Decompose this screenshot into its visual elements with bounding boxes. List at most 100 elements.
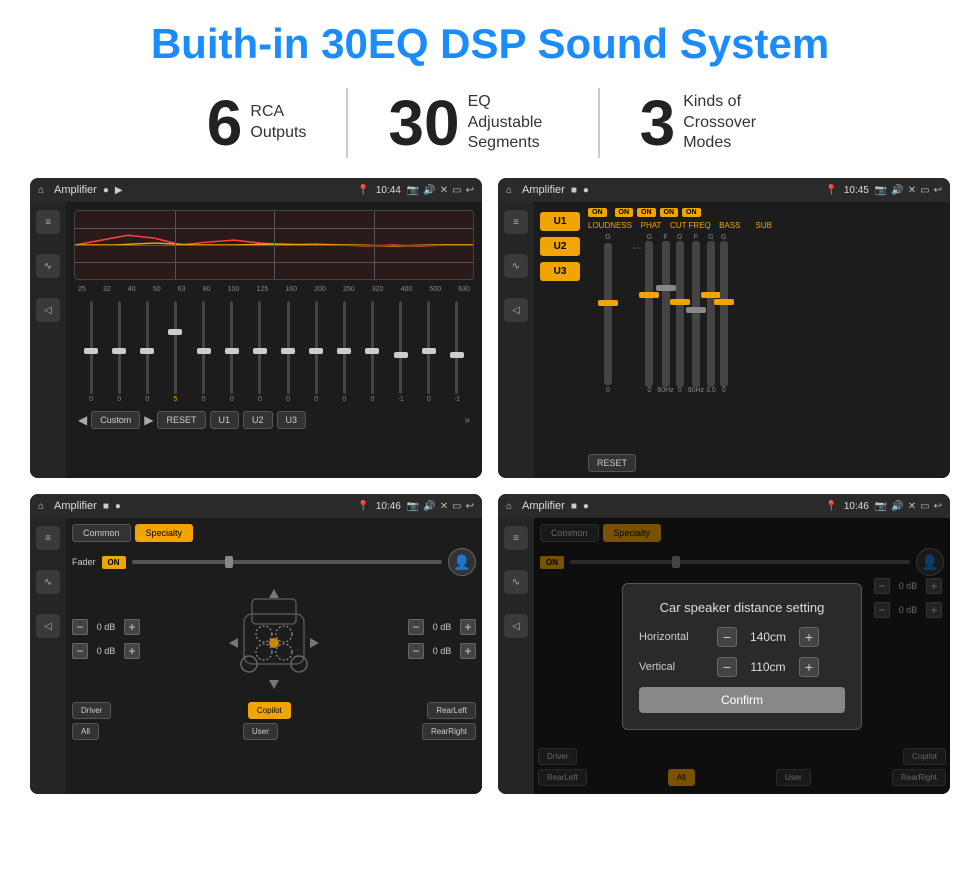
profile-icon[interactable]: 👤 [448, 548, 476, 576]
bass-on[interactable]: ON [660, 208, 679, 217]
eq-slider-8[interactable]: 0 [303, 301, 329, 403]
eq-slider-9[interactable]: 0 [331, 301, 357, 403]
screen3-sidebar: ≡ ∿ ◁ [30, 518, 66, 794]
camera-icon: 📷 [407, 185, 419, 196]
specialty-tab[interactable]: Specialty [135, 524, 194, 542]
driver-btn[interactable]: Driver [72, 702, 111, 719]
screen4-title: Amplifier [522, 500, 565, 512]
fl-minus-btn[interactable]: − [72, 619, 88, 635]
eq-slider-4[interactable]: 0 [191, 301, 217, 403]
eq-icon-3[interactable]: ≡ [36, 526, 60, 550]
rl-minus-btn[interactable]: − [72, 643, 88, 659]
eq-icon-2[interactable]: ≡ [504, 210, 528, 234]
dialog-overlay: Car speaker distance setting Horizontal … [534, 518, 950, 794]
dialog-horizontal-row: Horizontal − 140cm + [639, 627, 845, 647]
custom-btn[interactable]: Custom [91, 411, 140, 429]
fl-plus-btn[interactable]: + [124, 619, 140, 635]
phat-label: PHAT [636, 221, 666, 230]
back-icon[interactable]: ↩ [466, 185, 474, 196]
u2-preset-btn[interactable]: U2 [540, 237, 580, 256]
screens-grid: ⌂ Amplifier ● ▶ 📍 10:44 📷 🔊 ✕ ▭ ↩ ≡ ∿ [30, 178, 950, 794]
amp-reset-btn[interactable]: RESET [588, 454, 636, 472]
speaker-icon-3[interactable]: ◁ [36, 614, 60, 638]
eq-slider-1[interactable]: 0 [106, 301, 132, 403]
speaker-icon[interactable]: ◁ [36, 298, 60, 322]
phat-on[interactable]: ON [615, 208, 634, 217]
window-icon-4: ▭ [920, 501, 929, 512]
eq-slider-2[interactable]: 0 [134, 301, 160, 403]
home-icon-4[interactable]: ⌂ [506, 501, 512, 512]
horizontal-label: Horizontal [639, 631, 709, 643]
speaker-icon-4[interactable]: ◁ [504, 614, 528, 638]
home-icon[interactable]: ⌂ [38, 185, 44, 196]
dialog-title: Car speaker distance setting [639, 600, 845, 615]
screen3-time: 10:46 [376, 501, 401, 512]
dot-icon-3: ● [583, 185, 589, 196]
prev-btn[interactable]: ◀ [78, 413, 87, 427]
u1-btn[interactable]: U1 [210, 411, 240, 429]
u1-preset-btn[interactable]: U1 [540, 212, 580, 231]
home-icon-3[interactable]: ⌂ [38, 501, 44, 512]
common-tab[interactable]: Common [72, 524, 131, 542]
eq-slider-6[interactable]: 0 [247, 301, 273, 403]
wave-icon-3[interactable]: ∿ [36, 570, 60, 594]
confirm-button[interactable]: Confirm [639, 687, 845, 713]
speaker-icon-2[interactable]: ◁ [504, 298, 528, 322]
rr-plus-btn[interactable]: + [460, 643, 476, 659]
back-icon-3[interactable]: ↩ [466, 501, 474, 512]
rearleft-btn[interactable]: All [72, 723, 99, 740]
eq-slider-7[interactable]: 0 [275, 301, 301, 403]
horizontal-plus-btn[interactable]: + [799, 627, 819, 647]
location-icon: 📍 [357, 185, 369, 196]
rr-control: − 0 dB + [408, 643, 476, 659]
fr-minus-btn[interactable]: − [408, 619, 424, 635]
stat-crossover-number: 3 [640, 91, 676, 155]
cutfreq-on[interactable]: ON [637, 208, 656, 217]
wave-icon-4[interactable]: ∿ [504, 570, 528, 594]
screen3-tabs: Common Specialty [72, 524, 476, 542]
copilot-btn[interactable]: User [243, 723, 278, 740]
next-btn[interactable]: ▶ [144, 413, 153, 427]
rr-db-value: 0 dB [427, 646, 457, 656]
eq-slider-0[interactable]: 0 [78, 301, 104, 403]
eq-slider-13[interactable]: -1 [444, 301, 470, 403]
eq-slider-12[interactable]: 0 [416, 301, 442, 403]
vertical-minus-btn[interactable]: − [717, 657, 737, 677]
eq-slider-11[interactable]: -1 [388, 301, 414, 403]
sub-on[interactable]: ON [682, 208, 701, 217]
stat-crossover-label: Kinds ofCrossover Modes [683, 92, 773, 154]
u3-preset-btn[interactable]: U3 [540, 262, 580, 281]
eq-slider-3[interactable]: 5 [162, 301, 188, 403]
loudness-on[interactable]: ON [588, 208, 607, 217]
fader-on-btn[interactable]: ON [102, 556, 126, 569]
dot-icon-2: ■ [571, 185, 577, 196]
user-btn[interactable]: RearLeft [427, 702, 476, 719]
reset-btn[interactable]: RESET [157, 411, 205, 429]
back-icon-2[interactable]: ↩ [934, 185, 942, 196]
back-icon-4[interactable]: ↩ [934, 501, 942, 512]
fader-slider[interactable] [132, 560, 442, 564]
fr-plus-btn[interactable]: + [460, 619, 476, 635]
wave-icon[interactable]: ∿ [36, 254, 60, 278]
vertical-plus-btn[interactable]: + [799, 657, 819, 677]
eq-icon-4[interactable]: ≡ [504, 526, 528, 550]
all-btn[interactable]: Copilot [248, 702, 291, 719]
home-icon-2[interactable]: ⌂ [506, 185, 512, 196]
screen4-time: 10:46 [844, 501, 869, 512]
fl-db-value: 0 dB [91, 622, 121, 632]
screen3-main-panel: Common Specialty Fader ON 👤 [66, 518, 482, 794]
rr-minus-btn[interactable]: − [408, 643, 424, 659]
eq-icon[interactable]: ≡ [36, 210, 60, 234]
rearright-btn[interactable]: RearRight [422, 723, 476, 740]
screen2-title: Amplifier [522, 184, 565, 196]
u2-btn[interactable]: U2 [243, 411, 273, 429]
rl-plus-btn[interactable]: + [124, 643, 140, 659]
eq-slider-5[interactable]: 0 [219, 301, 245, 403]
u3-btn[interactable]: U3 [277, 411, 307, 429]
rl-control: − 0 dB + [72, 643, 140, 659]
window-icon-2: ▭ [920, 185, 929, 196]
eq-slider-10[interactable]: 0 [359, 301, 385, 403]
location-icon-2: 📍 [825, 185, 837, 196]
horizontal-minus-btn[interactable]: − [717, 627, 737, 647]
wave-icon-2[interactable]: ∿ [504, 254, 528, 278]
